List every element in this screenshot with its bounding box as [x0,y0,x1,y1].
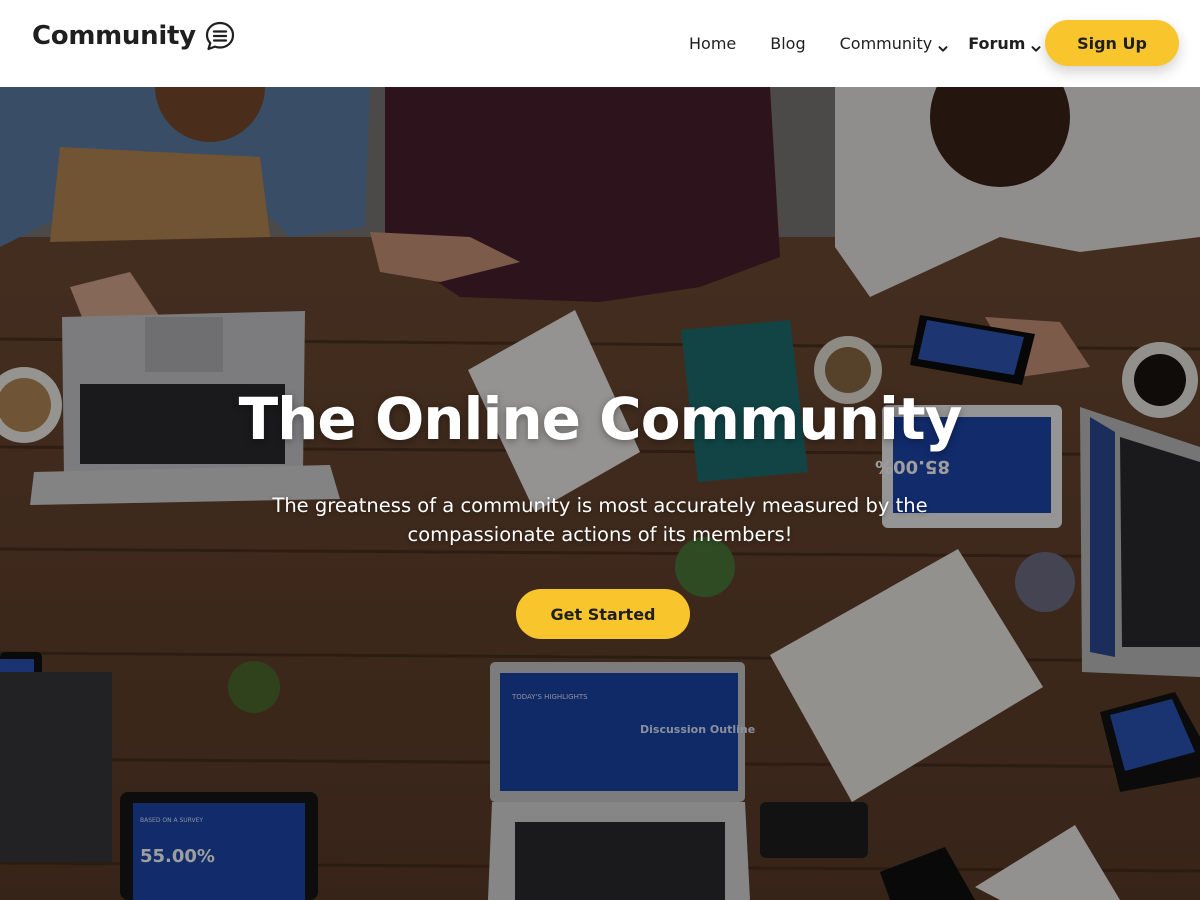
nav-community-dropdown[interactable]: Community [840,34,949,53]
signup-button[interactable]: Sign Up [1045,20,1179,66]
hero-section: 85.00% TODAY'S HIGHLIGHTS Discussion Out… [0,87,1200,900]
logo-text[interactable]: Community [32,21,196,51]
nav-blog-label: Blog [770,34,806,53]
hero-subtitle: The greatness of a community is most acc… [272,494,928,546]
nav-blog[interactable]: Blog [770,34,805,53]
nav-community-label: Community [839,34,933,53]
nav-home-label: Home [689,34,737,53]
logo[interactable]: Community [32,20,236,52]
nav-forum-label: Forum [968,34,1026,53]
chevron-down-icon [1031,39,1041,52]
site-header: Community Home Blog Community Forum Sign… [0,0,1200,87]
get-started-button[interactable]: Get Started [516,589,690,639]
chat-bubble-icon [204,20,236,52]
nav-forum-dropdown[interactable]: Forum [968,34,1041,53]
nav-home[interactable]: Home [689,34,736,53]
hero-title: The Online Community [238,385,963,453]
main-nav: Home Blog Community Forum [689,0,1041,87]
chevron-down-icon [938,39,948,52]
